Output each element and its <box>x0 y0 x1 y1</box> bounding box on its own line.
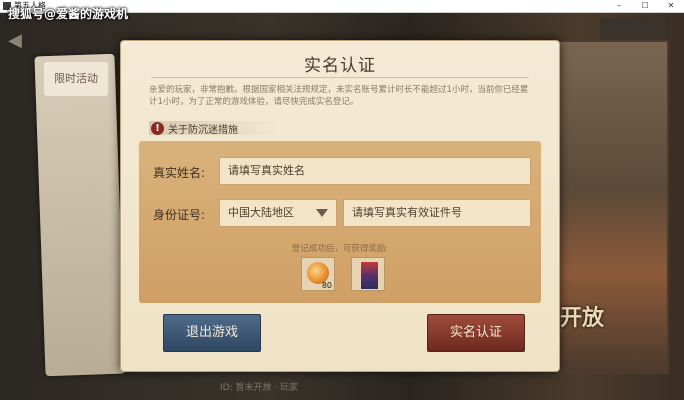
reward-caption: 登记成功后，可获得奖励: <box>291 244 389 254</box>
form-panel: 真实姓名: 请填写真实姓名 身份证号: 中国大陆地区 请填写真实有效证件号 登记… <box>139 141 541 303</box>
region-select[interactable]: 中国大陆地区 <box>219 199 337 227</box>
side-tab-limited-event[interactable]: 限时活动 <box>44 62 108 96</box>
right-banner-text: 开放 <box>560 306 605 331</box>
minimize-button[interactable]: – <box>606 0 632 12</box>
close-button[interactable]: ✕ <box>658 0 684 12</box>
name-label: 真实姓名: <box>153 166 206 180</box>
chevron-down-icon <box>316 209 328 217</box>
region-select-value: 中国大陆地区 <box>228 206 294 219</box>
id-label: 身份证号: <box>153 208 206 222</box>
title-divider <box>151 77 529 78</box>
name-input[interactable]: 请填写真实姓名 <box>219 157 531 185</box>
card-icon <box>360 261 379 290</box>
reward-coin: 80 <box>301 257 335 291</box>
anti-addiction-label[interactable]: 关于防沉迷措施 <box>168 121 238 136</box>
maximize-button[interactable]: ☐ <box>632 0 658 12</box>
side-card <box>34 53 126 377</box>
warning-icon: ! <box>151 121 164 135</box>
bottom-caption: ID: 暂未开放 · 玩家 <box>220 383 299 393</box>
back-arrow-icon[interactable]: ◀ <box>8 30 38 52</box>
dialog-notice: 亲爱的玩家，非常抱歉。根据国家相关法规规定，未实名账号累计时长不能超过1小时，当… <box>149 85 529 107</box>
reward-quantity: 80 <box>321 281 332 290</box>
dialog-title: 实名认证 <box>304 56 376 76</box>
real-name-verify-button[interactable]: 实名认证 <box>427 314 525 352</box>
anti-addiction-link[interactable]: ! 关于防沉迷措施 <box>151 121 238 136</box>
real-name-dialog: 实名认证 亲爱的玩家，非常抱歉。根据国家相关法规规定，未实名账号累计时长不能超过… <box>120 40 560 372</box>
reward-card <box>351 257 385 291</box>
watermark: 搜狐号@爱酱的游戏机 <box>8 7 129 21</box>
id-number-input[interactable]: 请填写真实有效证件号 <box>343 199 531 227</box>
exit-game-button[interactable]: 退出游戏 <box>163 314 261 352</box>
